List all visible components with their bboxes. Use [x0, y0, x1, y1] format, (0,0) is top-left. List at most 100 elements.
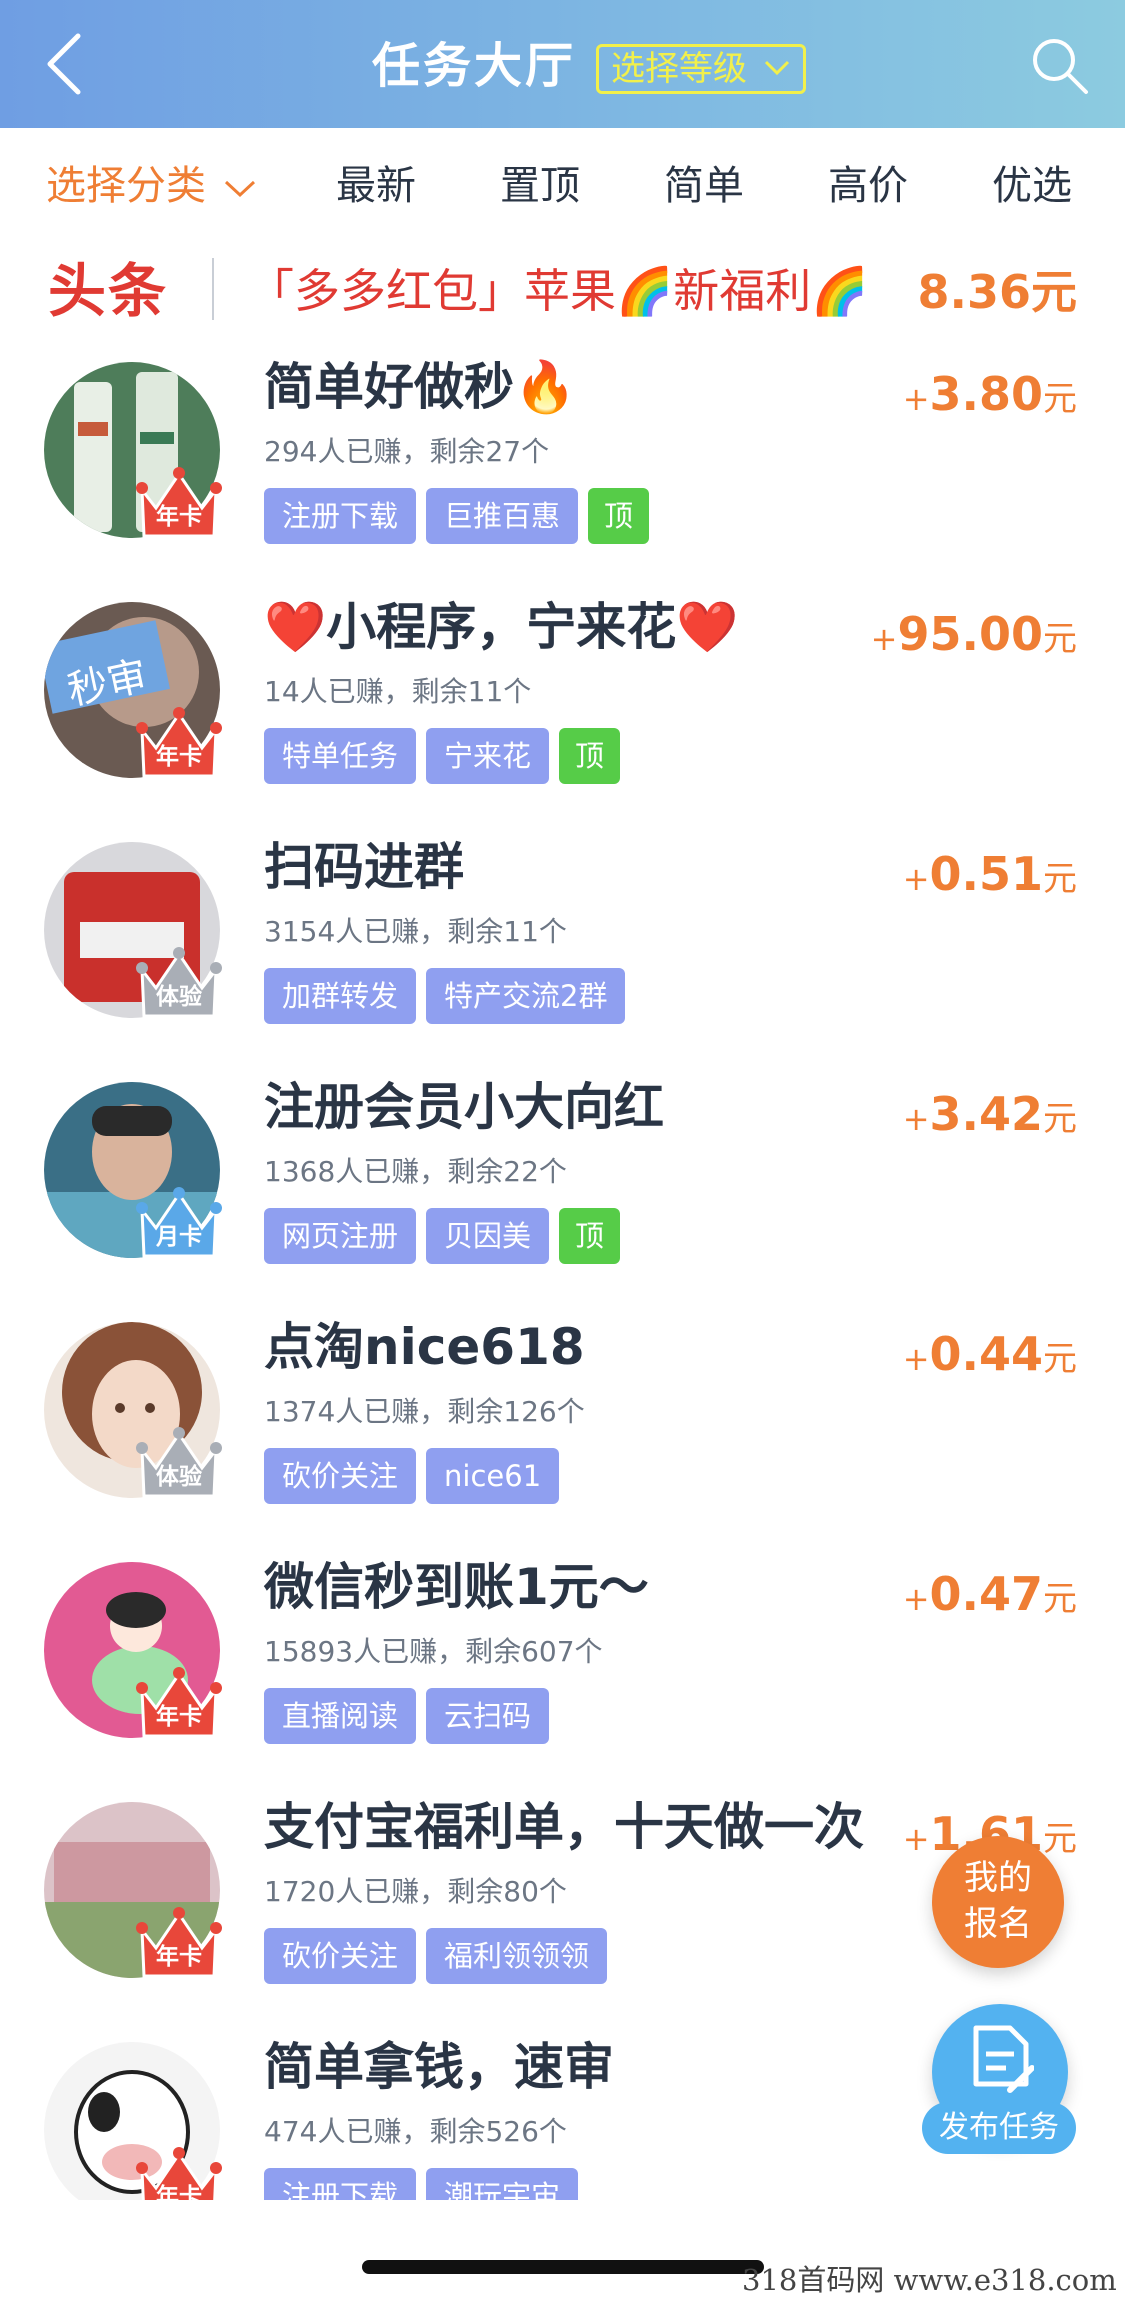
headline-banner[interactable]: 头条 「多多红包」苹果🌈新福利🌈 8.36元: [0, 246, 1125, 334]
task-item[interactable]: 体验 扫码进群 3154人已赚，剩余11个 加群转发 特产交流2群 +0.51元: [0, 814, 1125, 1054]
task-tag: 加群转发: [264, 968, 417, 1024]
task-price: +95.00元: [871, 604, 1077, 675]
task-tags: 特单任务 宁来花 顶: [264, 728, 621, 784]
filter-tab-featured[interactable]: 优选: [992, 158, 1072, 214]
task-tag: 福利领领领: [426, 1928, 608, 1984]
task-stats: 294人已赚，剩余27个: [264, 435, 550, 468]
home-indicator[interactable]: [362, 2260, 764, 2274]
price-plus: +: [902, 1580, 930, 1618]
task-stats: 474人已赚，剩余526个: [264, 2115, 567, 2148]
membership-badge: 年卡: [134, 704, 224, 788]
task-stats: 1368人已赚，剩余22个: [264, 1155, 567, 1188]
badge-label: 年卡: [156, 744, 202, 770]
price-plus: +: [902, 860, 930, 898]
price-plus: +: [902, 1340, 930, 1378]
chevron-left-icon: [47, 33, 81, 95]
task-item[interactable]: 体验 点淘nice618 1374人已赚，剩余126个 砍价关注 nice61 …: [0, 1294, 1125, 1534]
membership-badge: 年卡: [134, 464, 224, 548]
membership-badge: 年卡: [134, 1904, 224, 1988]
my-signups-line2: 报名: [964, 1904, 1032, 1944]
badge-label: 体验: [156, 984, 202, 1010]
select-level-button[interactable]: 选择等级: [596, 44, 806, 94]
task-title: ❤️小程序，宁来花❤️: [264, 598, 739, 656]
price-plus: +: [902, 1820, 930, 1858]
task-title: 简单拿钱，速审: [264, 2038, 614, 2096]
task-tags: 砍价关注 福利领领领: [264, 1928, 608, 1984]
task-title: 注册会员小大向红: [264, 1078, 664, 1136]
task-tag: 直播阅读: [264, 1688, 417, 1744]
price-value: 3.80: [929, 367, 1044, 421]
pinned-tag: 顶: [588, 488, 650, 544]
filter-bar: 选择分类 最新 置顶 简单 高价 优选: [0, 128, 1125, 246]
task-price: +0.44元: [903, 1324, 1077, 1395]
task-tag: 砍价关注: [264, 1928, 417, 1984]
my-signups-line1: 我的: [964, 1858, 1032, 1898]
filter-tab-simple[interactable]: 简单: [664, 158, 744, 214]
task-tag: 注册下载: [264, 2168, 417, 2200]
price-plus: +: [870, 620, 898, 658]
task-tag: 特单任务: [264, 728, 417, 784]
task-item[interactable]: 年卡 简单好做秒🔥 294人已赚，剩余27个 注册下载 巨推百惠 顶 +3.80…: [0, 334, 1125, 574]
chevron-down-icon: [224, 180, 256, 198]
task-title: 点淘nice618: [264, 1318, 585, 1376]
my-signups-button[interactable]: 我的 报名: [932, 1836, 1064, 1968]
task-tags: 注册下载 潮玩宇宙: [264, 2168, 579, 2200]
membership-badge: 体验: [134, 1424, 224, 1508]
price-unit: 元: [1043, 1579, 1077, 1619]
task-tags: 砍价关注 nice61: [264, 1448, 560, 1504]
task-stats: 14人已赚，剩余11个: [264, 675, 532, 708]
price-unit: 元: [1043, 1099, 1077, 1139]
filter-tab-pinned[interactable]: 置顶: [500, 158, 580, 214]
pinned-tag: 顶: [559, 1208, 621, 1264]
task-tag: nice61: [426, 1448, 560, 1504]
search-button[interactable]: [1028, 34, 1092, 98]
publish-task-label[interactable]: 发布任务: [922, 2102, 1076, 2154]
task-price: +0.51元: [903, 844, 1077, 915]
badge-label: 年卡: [156, 2184, 202, 2200]
price-plus: +: [902, 380, 930, 418]
task-tag: 潮玩宇宙: [426, 2168, 579, 2200]
task-title: 微信秒到账1元～: [264, 1558, 649, 1616]
badge-label: 体验: [156, 1464, 202, 1490]
watermark: 318首码网 www.e318.com: [742, 2263, 1117, 2297]
back-button[interactable]: [40, 26, 100, 102]
page-title: 任务大厅: [372, 38, 577, 94]
filter-tab-high-price[interactable]: 高价: [828, 158, 908, 214]
edit-document-icon: [973, 2025, 1034, 2093]
task-title: 支付宝福利单，十天做一次: [264, 1798, 864, 1856]
headline-price: 8.36元: [917, 265, 1078, 319]
task-item[interactable]: 秒审 年卡 ❤️小程序，宁来花❤️ 14人已赚，剩余11个 特单任务 宁来花 顶…: [0, 574, 1125, 814]
price-plus: +: [902, 1100, 930, 1138]
badge-label: 月卡: [156, 1224, 202, 1250]
task-tags: 加群转发 特产交流2群: [264, 968, 626, 1024]
task-stats: 3154人已赚，剩余11个: [264, 915, 567, 948]
task-tag: 注册下载: [264, 488, 417, 544]
price-value: 3.42: [929, 1087, 1044, 1141]
price-value: 0.47: [929, 1567, 1044, 1621]
filter-tab-latest[interactable]: 最新: [336, 158, 416, 214]
task-title: 扫码进群: [264, 838, 464, 896]
task-tag: 砍价关注: [264, 1448, 417, 1504]
badge-label: 年卡: [156, 1704, 202, 1730]
task-tag: 网页注册: [264, 1208, 417, 1264]
price-unit: 元: [1043, 619, 1077, 659]
task-tag: 贝因美: [426, 1208, 550, 1264]
select-category-label: 选择分类: [46, 163, 206, 209]
chevron-down-icon: [764, 60, 790, 76]
membership-badge: 年卡: [134, 1664, 224, 1748]
task-item[interactable]: 年卡 微信秒到账1元～ 15893人已赚，剩余607个 直播阅读 云扫码 +0.…: [0, 1534, 1125, 1774]
price-unit: 元: [1043, 1819, 1077, 1859]
header-bar: 任务大厅 选择等级: [0, 0, 1125, 128]
headline-tag: 头条: [48, 257, 169, 325]
membership-badge: 月卡: [134, 1184, 224, 1268]
task-tags: 注册下载 巨推百惠 顶: [264, 488, 650, 544]
task-tag: 巨推百惠: [426, 488, 579, 544]
price-value: 95.00: [897, 607, 1043, 661]
task-tag: 宁来花: [426, 728, 550, 784]
task-tag: 云扫码: [426, 1688, 550, 1744]
task-price: +3.80元: [903, 364, 1077, 435]
select-level-label: 选择等级: [611, 49, 747, 89]
select-category-dropdown[interactable]: 选择分类: [46, 158, 256, 214]
price-value: 0.51: [929, 847, 1044, 901]
task-item[interactable]: 月卡 注册会员小大向红 1368人已赚，剩余22个 网页注册 贝因美 顶 +3.…: [0, 1054, 1125, 1294]
